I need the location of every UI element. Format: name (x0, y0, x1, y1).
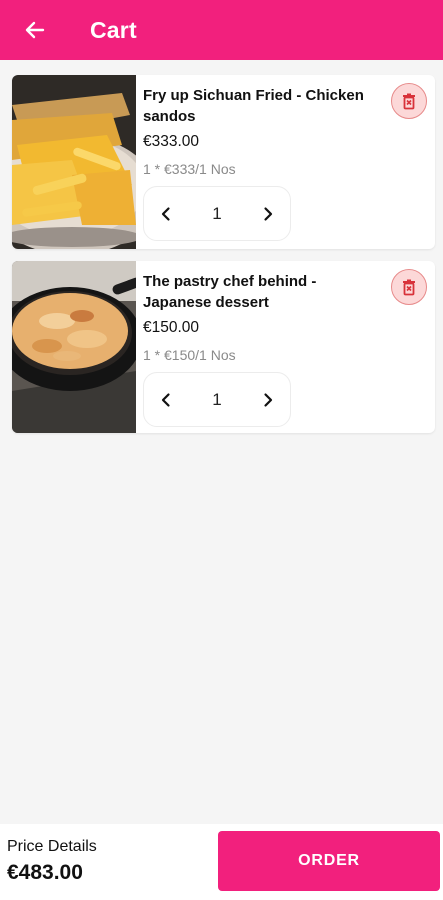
item-price: €150.00 (143, 319, 200, 336)
item-unit-price: 1 * €333/1 Nos (143, 161, 236, 177)
cart-item-card: Fry up Sichuan Fried - Chicken sandos €3… (12, 75, 435, 249)
item-unit-price: 1 * €150/1 Nos (143, 347, 236, 363)
cart-item-image (12, 75, 136, 249)
item-name: The pastry chef behind - Japanese desser… (143, 273, 317, 311)
order-button[interactable]: ORDER (218, 831, 440, 891)
quantity-stepper: 1 (143, 372, 291, 427)
quantity-value: 1 (212, 203, 222, 223)
page-title: Cart (90, 16, 137, 43)
chevron-left-icon (161, 392, 170, 407)
cart-list: Fry up Sichuan Fried - Chicken sandos €3… (12, 75, 435, 445)
chevron-right-icon (264, 206, 273, 221)
cart-item-image (12, 261, 136, 433)
increase-quantity-button[interactable] (246, 186, 290, 241)
trash-icon (403, 279, 415, 296)
delete-item-button[interactable] (391, 83, 427, 119)
app-bar: Cart (0, 0, 443, 60)
checkout-footer: Price Details €483.00 ORDER (0, 824, 443, 900)
increase-quantity-button[interactable] (246, 372, 290, 427)
delete-item-button[interactable] (391, 269, 427, 305)
decrease-quantity-button[interactable] (144, 372, 188, 427)
cart-item-card: The pastry chef behind - Japanese desser… (12, 261, 435, 433)
decrease-quantity-button[interactable] (144, 186, 188, 241)
trash-icon (403, 93, 415, 110)
arrow-left-icon (25, 21, 45, 39)
item-name: Fry up Sichuan Fried - Chicken sandos (143, 87, 364, 125)
back-button[interactable] (0, 0, 70, 60)
price-details-label: Price Details (7, 838, 97, 855)
total-price: €483.00 (7, 861, 83, 884)
quantity-stepper: 1 (143, 186, 291, 241)
chevron-right-icon (264, 392, 273, 407)
chevron-left-icon (161, 206, 170, 221)
item-price: €333.00 (143, 133, 200, 150)
quantity-value: 1 (212, 389, 222, 409)
